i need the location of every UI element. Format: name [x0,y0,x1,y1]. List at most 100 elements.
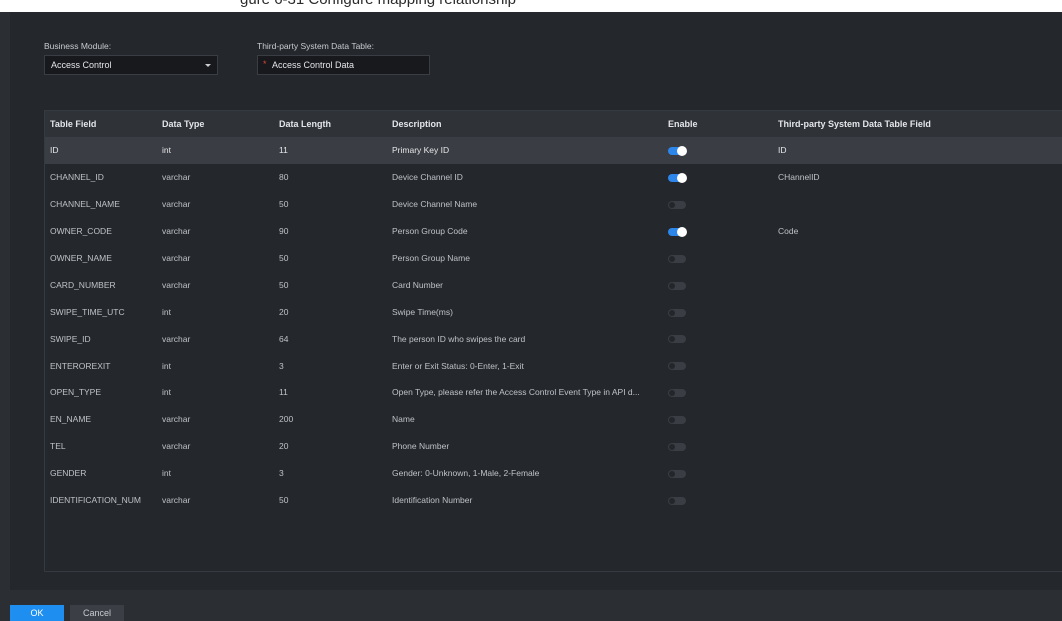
field-cell: TEL [50,441,66,452]
table-row[interactable]: CARD_NUMBER varchar 50 Card Number [45,271,1062,298]
enable-cell [663,245,773,272]
business-module-value: Access Control [51,60,112,70]
enable-toggle[interactable] [668,389,686,398]
third-party-field-cell[interactable]: Code [773,218,1062,245]
third-party-table-input[interactable]: * Access Control Data [257,55,430,75]
table-header-row: Table Field Data Type Data Length Descri… [45,111,1062,137]
enable-toggle[interactable] [668,496,686,505]
third-party-field-cell[interactable] [773,406,1062,433]
table-row[interactable]: IDENTIFICATION_NUM varchar 50 Identificatio… [45,487,1062,514]
data-length-cell: 64 [279,333,289,344]
description-cell: The person ID who swipes the card [392,333,526,344]
third-party-field-cell[interactable] [773,352,1062,379]
table-row[interactable]: OPEN_TYPE int 11 Open Type, please refer th… [45,379,1062,406]
data-length-cell: 20 [279,306,289,317]
header-data-length: Data Length [279,119,332,129]
field-cell: ID [50,145,59,156]
description-cell: Gender: 0-Unknown, 1-Male, 2-Female [392,468,540,479]
table-row[interactable]: OWNER_NAME varchar 50 Person Group Name [45,245,1062,272]
description-cell: Name [392,414,415,425]
data-type-cell: varchar [162,226,191,237]
enable-toggle[interactable] [668,469,686,478]
description-cell: Open Type, please refer the Access Contr… [392,387,640,398]
data-type-cell: varchar [162,441,191,452]
enable-cell [663,487,773,514]
enable-toggle[interactable] [668,173,687,184]
third-party-table-label: Third-party System Data Table: [257,41,374,51]
field-cell: CARD_NUMBER [50,279,116,290]
description-cell: Device Channel ID [392,172,463,183]
data-length-cell: 50 [279,199,289,210]
enable-toggle[interactable] [668,442,686,451]
description-cell: Card Number [392,279,444,290]
data-length-cell: 200 [279,414,294,425]
data-length-cell: 80 [279,172,289,183]
third-party-field-cell[interactable] [773,191,1062,218]
field-cell: IDENTIFICATION_NUM [50,495,141,506]
data-length-cell: 11 [279,145,288,156]
third-party-field-cell[interactable] [773,245,1062,272]
business-module-label: Business Module: [44,41,112,51]
header-enable: Enable [668,119,698,129]
enable-toggle[interactable] [668,254,686,263]
description-cell: Enter or Exit Status: 0-Enter, 1-Exit [392,360,524,371]
enable-cell [663,218,773,245]
description-cell: Swipe Time(ms) [392,306,453,317]
table-row[interactable]: CHANNEL_NAME varchar 50 Device Channel Name [45,191,1062,218]
third-party-table-value: Access Control Data [272,60,355,70]
table-row[interactable]: SWIPE_TIME_UTC int 20 Swipe Time(ms) [45,298,1062,325]
header-description: Description [392,119,442,129]
third-party-field-cell[interactable] [773,379,1062,406]
enable-toggle[interactable] [668,146,687,157]
table-row[interactable]: CHANNEL_ID varchar 80 Device Channel ID CHan… [45,164,1062,191]
enable-toggle[interactable] [668,362,686,371]
third-party-field-cell[interactable]: ID [773,137,1062,164]
enable-toggle[interactable] [668,416,686,425]
table-row[interactable]: ENTEROREXIT int 3 Enter or Exit Status: 0-E… [45,352,1062,379]
business-module-select[interactable]: Access Control [44,55,218,75]
third-party-field-cell[interactable]: CHannelID [773,164,1062,191]
data-type-cell: int [162,387,171,398]
enable-toggle[interactable] [668,226,687,237]
table-row[interactable]: ID int 11 Primary Key ID ID [45,137,1062,164]
enable-toggle[interactable] [668,200,686,209]
data-type-cell: int [162,360,171,371]
field-cell: CHANNEL_NAME [50,199,120,210]
table-row[interactable]: GENDER int 3 Gender: 0-Unknown, 1-Male, 2-F… [45,460,1062,487]
third-party-field-cell[interactable] [773,433,1062,460]
data-type-cell: varchar [162,333,191,344]
table-row[interactable]: TEL varchar 20 Phone Number [45,433,1062,460]
header-third-party-field: Third-party System Data Table Field [778,119,931,129]
table-row[interactable]: SWIPE_ID varchar 64 The person ID who swipe… [45,325,1062,352]
data-length-cell: 3 [279,360,284,371]
enable-toggle[interactable] [668,335,686,344]
data-length-cell: 50 [279,253,289,263]
table-row[interactable]: EN_NAME varchar 200 Name [45,406,1062,433]
description-cell: Identification Number [392,495,473,506]
data-type-cell: varchar [162,414,191,425]
data-type-cell: int [162,145,171,156]
table-row[interactable]: OWNER_CODE varchar 90 Person Group Code Code [45,218,1062,245]
enable-cell [663,271,773,298]
data-length-cell: 50 [279,279,289,290]
description-cell: Person Group Name [392,253,470,263]
enable-cell [663,406,773,433]
enable-cell [663,460,773,487]
data-length-cell: 3 [279,468,284,479]
third-party-field-cell[interactable] [773,271,1062,298]
third-party-field-cell[interactable] [773,325,1062,352]
chevron-down-icon [205,64,211,67]
field-cell: EN_NAME [50,414,92,425]
enable-cell [663,191,773,218]
dialog-footer: OK Cancel [0,590,1062,621]
data-type-cell: varchar [162,172,191,183]
enable-toggle[interactable] [668,308,686,317]
enable-cell [663,298,773,325]
data-length-cell: 90 [279,226,289,237]
third-party-field-cell[interactable] [773,487,1062,514]
enable-cell [663,433,773,460]
third-party-field-cell[interactable] [773,460,1062,487]
third-party-field-cell[interactable] [773,298,1062,325]
data-type-cell: varchar [162,199,191,210]
enable-toggle[interactable] [668,281,686,290]
